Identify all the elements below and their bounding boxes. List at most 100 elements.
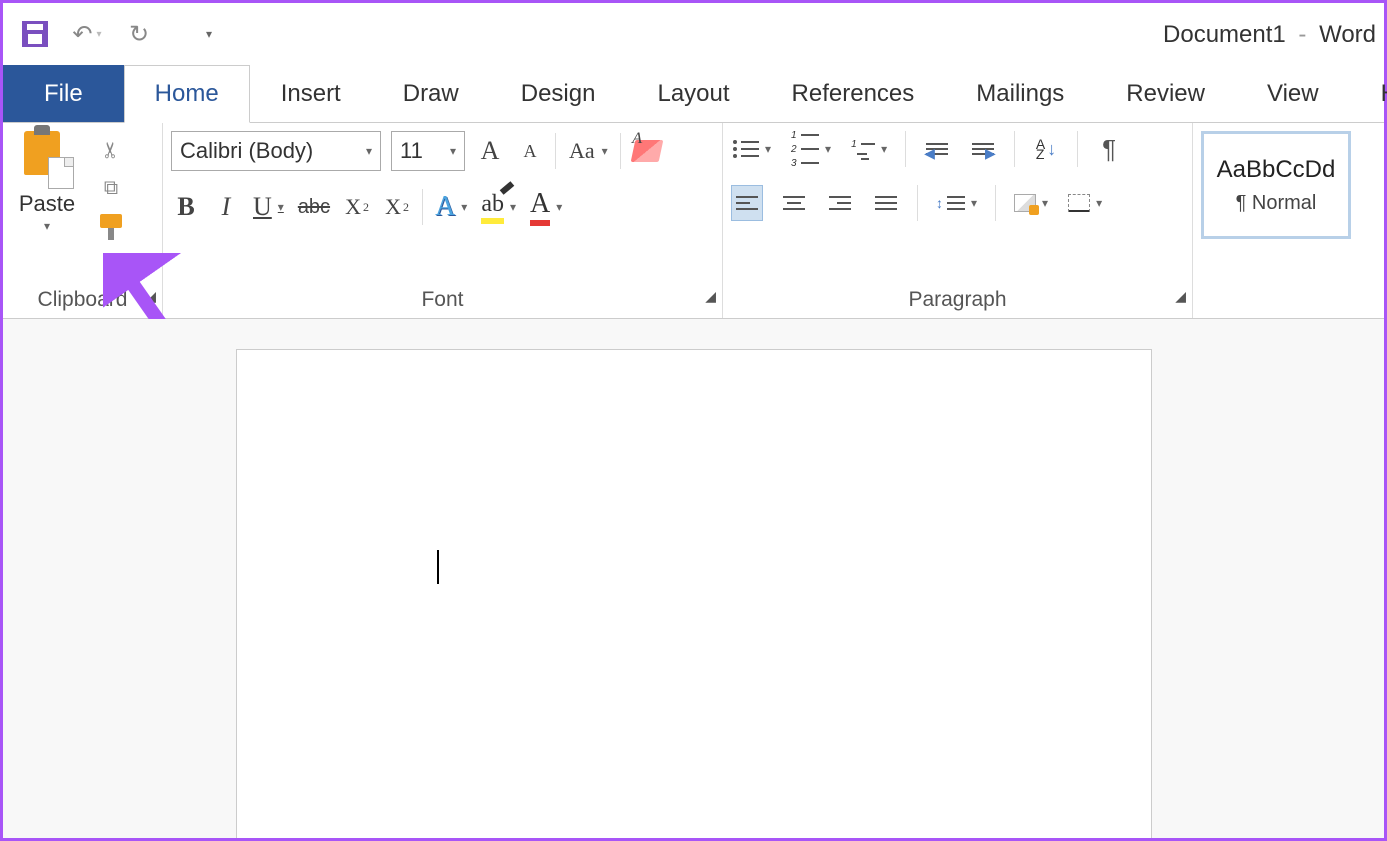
document-area [3,319,1384,838]
quick-access-toolbar: ↶▾ ↻ ▾ Document1 - Word [3,3,1384,65]
tab-mailings[interactable]: Mailings [945,65,1095,122]
justify-button[interactable] [871,185,901,221]
chevron-down-icon: ▾ [206,27,212,41]
format-painter-button[interactable] [100,214,122,240]
chevron-down-icon[interactable]: ▾ [97,29,102,40]
undo-icon: ↶ [72,20,92,49]
subscript-button[interactable]: X2 [342,189,372,225]
chevron-down-icon: ▾ [366,144,372,158]
tab-help[interactable]: Help [1350,65,1387,122]
bullets-button[interactable]: ▾ [731,131,773,167]
ribbon: Paste ▾ ✂ ⧉ Clipboard ◢ Calibri (Body)▾ 1… [3,123,1384,319]
tab-view[interactable]: View [1236,65,1350,122]
font-color-icon: A [530,188,550,226]
align-center-button[interactable] [779,185,809,221]
undo-button[interactable]: ↶▾ [67,14,107,54]
paragraph-launcher-icon[interactable]: ◢ [1175,288,1186,305]
bold-button[interactable]: B [171,189,201,225]
cut-button[interactable]: ✂ [98,141,124,159]
window-title: Document1 - Word [1163,21,1376,49]
tab-references[interactable]: References [761,65,946,122]
font-name-dropdown[interactable]: Calibri (Body)▾ [171,131,381,171]
text-effects-button[interactable]: A▾ [433,189,469,225]
show-marks-button[interactable]: ¶ [1094,131,1124,167]
font-size-dropdown[interactable]: 11▾ [391,131,465,171]
group-clipboard: Paste ▾ ✂ ⧉ Clipboard ◢ [3,123,163,318]
borders-icon [1068,194,1090,212]
shading-icon [1014,194,1036,212]
align-right-icon [829,196,851,210]
borders-button[interactable]: ▾ [1066,185,1104,221]
tab-layout[interactable]: Layout [626,65,760,122]
chevron-down-icon: ▾ [510,200,516,214]
decrease-indent-button[interactable]: ◀ [922,131,952,167]
shrink-font-button[interactable]: A [515,133,545,169]
font-group-label: Font [421,288,463,311]
align-right-button[interactable] [825,185,855,221]
shading-button[interactable]: ▾ [1012,185,1050,221]
tab-design[interactable]: Design [490,65,627,122]
group-font: Calibri (Body)▾ 11▾ A A Aa▾ B I U▾ abc X… [163,123,723,318]
align-left-button[interactable] [731,185,763,221]
chevron-down-icon: ▾ [278,200,284,215]
tab-file[interactable]: File [3,65,124,122]
chevron-down-icon: ▾ [461,200,467,214]
font-color-button[interactable]: A▾ [528,189,564,225]
change-case-button[interactable]: Aa▾ [566,133,610,169]
highlight-icon: ab [481,191,504,224]
chevron-down-icon[interactable]: ▾ [44,219,50,233]
decrease-indent-icon: ◀ [926,143,948,155]
clear-formatting-button[interactable] [631,133,663,169]
style-name-text: Normal [1252,192,1316,214]
increase-indent-button[interactable]: ◀ [968,131,998,167]
font-launcher-icon[interactable]: ◢ [705,288,716,305]
underline-button[interactable]: U▾ [251,189,286,225]
align-left-icon [736,196,758,210]
superscript-button[interactable]: X2 [382,189,412,225]
style-preview-text: AaBbCcDd [1217,156,1336,184]
copy-button[interactable]: ⧉ [104,177,118,200]
document-page[interactable] [236,349,1152,838]
strikethrough-button[interactable]: abc [296,189,332,225]
save-button[interactable] [15,14,55,54]
paste-icon [20,131,74,189]
tab-home[interactable]: Home [124,65,250,123]
line-spacing-icon: ↕ [936,195,965,211]
style-normal[interactable]: AaBbCcDd ¶ Normal [1201,131,1351,239]
chevron-down-icon: ▾ [450,144,456,158]
grow-font-icon: A [481,136,500,166]
ribbon-tabs: File Home Insert Draw Design Layout Refe… [3,65,1384,123]
tab-review[interactable]: Review [1095,65,1236,122]
clipboard-launcher-icon[interactable]: ◢ [145,288,156,305]
increase-indent-icon: ◀ [972,143,994,155]
chevron-down-icon: ▾ [881,142,887,156]
group-styles: AaBbCcDd ¶ Normal [1193,123,1359,318]
multilevel-list-button[interactable]: 1▾ [849,131,889,167]
line-spacing-button[interactable]: ↕▾ [934,185,979,221]
grow-font-button[interactable]: A [475,133,505,169]
paste-button[interactable]: Paste ▾ [11,131,83,233]
numbering-button[interactable]: 123▾ [789,131,833,167]
sort-icon: AZ [1036,139,1045,159]
chevron-down-icon: ▾ [971,196,977,210]
chevron-down-icon: ▾ [1042,196,1048,210]
italic-button[interactable]: I [211,189,241,225]
clipboard-group-label: Clipboard [38,288,128,311]
save-icon [22,21,48,47]
chevron-down-icon: ▾ [1096,196,1102,210]
highlight-button[interactable]: ab ▾ [479,189,518,225]
text-effects-icon: A [435,191,455,223]
customize-qat-button[interactable]: ▾ [189,14,229,54]
sort-button[interactable]: AZ↓ [1031,131,1061,167]
chevron-down-icon: ▾ [556,200,562,214]
multilevel-icon: 1 [851,139,875,160]
chevron-down-icon: ▾ [602,144,608,158]
redo-button[interactable]: ↻ [119,14,159,54]
group-paragraph: ▾ 123▾ 1▾ ◀ ◀ AZ↓ ¶ ↕▾ ▾ ▾ [723,123,1193,318]
chevron-down-icon: ▾ [825,142,831,156]
redo-icon: ↻ [129,20,149,49]
chevron-down-icon: ▾ [765,142,771,156]
tab-draw[interactable]: Draw [372,65,490,122]
paste-label: Paste [19,191,75,217]
tab-insert[interactable]: Insert [250,65,372,122]
